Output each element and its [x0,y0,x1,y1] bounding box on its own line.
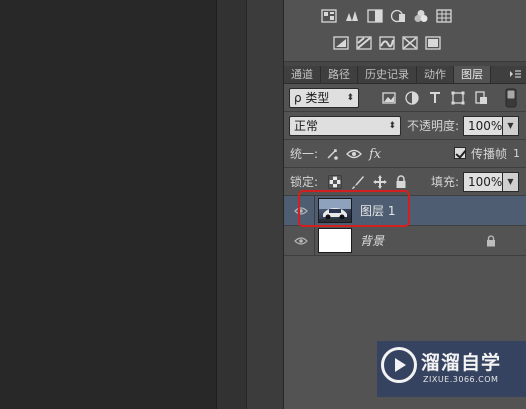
tab-actions[interactable]: 动作 [417,66,454,83]
lock-row: 锁定: 填充: 100% ▼ [284,168,526,196]
opacity-slider-button[interactable]: ▼ [503,116,519,136]
blend-mode-dropdown[interactable]: 正常 ⬍ [289,116,401,136]
tab-history[interactable]: 历史记录 [358,66,417,83]
lock-image-pixels-icon[interactable] [350,174,366,190]
layer-thumbnail-white[interactable] [318,228,352,253]
watermark-url: ZIXUE.3066.COM [423,375,499,384]
unify-style-icon[interactable]: fx [368,145,384,161]
propagate-frame-checkbox[interactable] [454,147,466,159]
brightness-contrast-icon[interactable] [320,8,337,24]
layer-row-layer-1[interactable]: 图层 1 [284,196,526,226]
tab-channels[interactable]: 通道 [284,66,321,83]
gradient-map-icon[interactable] [401,35,418,51]
lock-label: 锁定: [290,175,319,189]
layer-name[interactable]: 背景 [360,226,384,256]
layer-lock-icon [486,235,496,247]
curves-icon[interactable] [366,8,383,24]
svg-text:fx: fx [368,147,382,161]
levels-icon[interactable] [343,8,360,24]
dropdown-arrow-icon: ⬍ [388,121,396,131]
vibrance-icon[interactable] [412,8,429,24]
filter-toggle-switch[interactable] [504,88,522,108]
layer-thumbnail-photo[interactable] [318,198,352,223]
fill-input[interactable]: 100% [463,172,503,192]
blend-mode-row: 正常 ⬍ 不透明度: 100% ▼ [284,112,526,140]
blend-mode-value: 正常 [294,119,319,133]
selective-color-icon[interactable] [424,35,441,51]
layer-filter-row: ρ 类型 ⬍ [284,84,526,112]
panel-tab-bar: 通道 路径 历史记录 动作 图层 [284,66,526,84]
layer-row-background[interactable]: 背景 [284,226,526,256]
panel-dock-gutter [216,0,246,409]
lock-transparent-pixels-icon[interactable] [328,175,344,191]
propagate-frame-label: 传播帧 [471,147,508,161]
tab-layers[interactable]: 图层 [454,66,491,83]
threshold-icon[interactable] [378,35,395,51]
fill-label: 填充: [431,175,460,189]
watermark-logo-icon [381,347,417,383]
watermark: 溜溜自学 ZIXUE.3066.COM [377,341,526,397]
visibility-eye-icon[interactable] [294,235,308,245]
visibility-eye-icon[interactable] [294,205,308,215]
propagate-frame-value: 1 [513,147,520,160]
lock-all-icon[interactable] [394,174,410,190]
lock-position-icon[interactable] [372,174,388,190]
exposure-icon[interactable] [389,8,406,24]
layer-kind-filter-dropdown[interactable]: ρ 类型 ⬍ [289,88,359,108]
adjustment-filter-icon[interactable] [404,90,420,106]
layer-name[interactable]: 图层 1 [360,196,395,226]
unify-visibility-icon[interactable] [346,146,362,162]
layer-kind-filter-value: ρ 类型 [294,91,330,105]
watermark-title: 溜溜自学 [421,352,502,374]
layer-column-divider [314,226,315,256]
adjustments-row-2 [332,35,441,51]
pixel-filter-icon[interactable] [381,90,397,106]
layer-column-divider [314,196,315,226]
dropdown-arrow-icon: ⬍ [346,93,354,103]
adjustments-row-1 [320,8,452,24]
fill-slider-button[interactable]: ▼ [503,172,519,192]
panel-menu-icon[interactable] [508,67,522,81]
opacity-label: 不透明度: [407,119,460,133]
shape-filter-icon[interactable] [450,90,466,106]
opacity-input[interactable]: 100% [463,116,503,136]
posterize-icon[interactable] [355,35,372,51]
unify-row: 统一: fx 传播帧 1 [284,140,526,168]
unify-position-icon[interactable] [324,146,340,162]
invert-icon[interactable] [332,35,349,51]
type-filter-icon[interactable] [427,89,443,105]
unify-label: 统一: [290,147,319,161]
collapsed-panel-strip [246,0,284,409]
hue-saturation-icon[interactable] [435,8,452,24]
smart-object-filter-icon[interactable] [473,90,489,106]
adjustments-panel [284,0,526,62]
document-canvas-area [0,0,216,409]
tab-paths[interactable]: 路径 [321,66,358,83]
